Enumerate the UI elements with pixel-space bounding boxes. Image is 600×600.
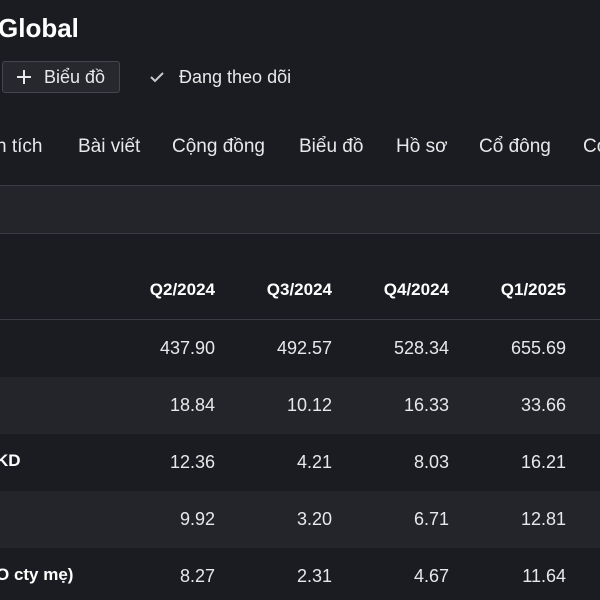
sub-toolbar-divider — [0, 233, 600, 234]
tab-community[interactable]: Cộng đồng — [172, 136, 265, 158]
table-row: 437.90 492.57 528.34 655.69 — [0, 320, 600, 377]
sub-toolbar — [0, 186, 600, 233]
add-chart-button-label: Biểu đồ — [44, 66, 106, 87]
table-cell: 33.66 — [520, 395, 566, 415]
table-cell: 16.21 — [520, 452, 566, 472]
tab-shareholders[interactable]: Cổ đông — [479, 136, 551, 158]
row-label: O cty mẹ) — [0, 565, 74, 584]
table-cell: 8.03 — [413, 452, 449, 472]
table-cell: 528.34 — [393, 338, 449, 358]
table-cell: 9.92 — [179, 509, 215, 529]
column-header[interactable]: Q3/2024 — [232, 280, 332, 300]
tab-posts[interactable]: Bài viết — [78, 136, 140, 158]
page-title: Global — [0, 13, 79, 43]
table-cell: 655.69 — [510, 338, 566, 358]
table-cell: 11.64 — [522, 566, 566, 586]
table-cell: 12.81 — [520, 509, 566, 529]
add-chart-button[interactable]: Biểu đồ — [2, 61, 120, 93]
table-cell: 6.71 — [413, 509, 449, 529]
table-cell: 492.57 — [276, 338, 332, 358]
tab-more[interactable]: Cơ — [583, 136, 600, 158]
following-button-label: Đang theo dõi — [179, 66, 292, 87]
column-header[interactable]: Q2/2024 — [115, 280, 215, 300]
tab-analysis[interactable]: n tích — [0, 136, 42, 158]
table-row: O cty mẹ) 8.27 2.31 4.67 11.64 — [0, 548, 600, 600]
tab-bar: n tích Bài viết Cộng đồng Biểu đồ Hồ sơ … — [0, 128, 600, 170]
following-button[interactable]: Đang theo dõi — [148, 61, 291, 93]
table-row: KD 12.36 4.21 8.03 16.21 — [0, 434, 600, 491]
table-cell: 2.31 — [296, 566, 332, 586]
column-header[interactable]: Q4/2024 — [349, 280, 449, 300]
table-header: Q2/2024 Q3/2024 Q4/2024 Q1/2025 — [0, 270, 600, 314]
table-cell: 10.12 — [286, 395, 332, 415]
plus-icon — [14, 67, 34, 87]
table-cell: 18.84 — [169, 395, 215, 415]
row-label: KD — [0, 451, 21, 470]
page: Global Biểu đồ Đang theo dõi n tích Bài … — [0, 0, 600, 600]
table-row: 18.84 10.12 16.33 33.66 — [0, 377, 600, 434]
table-cell: 4.21 — [296, 452, 332, 472]
tab-charts[interactable]: Biểu đồ — [299, 136, 363, 158]
table-cell: 8.27 — [179, 566, 215, 586]
table-cell: 12.36 — [169, 452, 215, 472]
column-header[interactable]: Q1/2025 — [466, 280, 566, 300]
table-cell: 3.20 — [296, 509, 332, 529]
table-row: 9.92 3.20 6.71 12.81 — [0, 491, 600, 548]
table-cell: 437.90 — [159, 338, 215, 358]
check-icon — [148, 68, 166, 86]
table-cell: 16.33 — [403, 395, 449, 415]
table-cell: 4.67 — [413, 566, 449, 586]
tab-profile[interactable]: Hồ sơ — [396, 136, 448, 158]
